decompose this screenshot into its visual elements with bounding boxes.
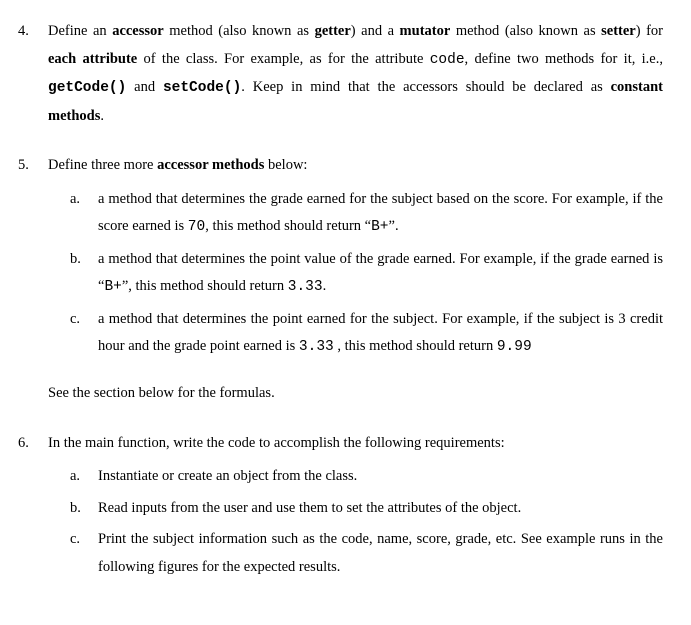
sub-letter: a. bbox=[70, 463, 86, 491]
item-number: 6. bbox=[18, 430, 34, 586]
sub-text: Print the subject information such as th… bbox=[98, 526, 663, 581]
see-note: See the section below for the formulas. bbox=[48, 380, 663, 408]
list-item-4: 4. Define an accessor method (also known… bbox=[18, 18, 663, 130]
sub-letter: c. bbox=[70, 526, 86, 581]
sub-item: a. a method that determines the grade ea… bbox=[70, 186, 663, 242]
item-body: In the main function, write the code to … bbox=[48, 430, 663, 586]
sub-letter: b. bbox=[70, 495, 86, 523]
sub-text: Read inputs from the user and use them t… bbox=[98, 495, 521, 523]
sub-text: a method that determines the point value… bbox=[98, 246, 663, 302]
sub-list: a. a method that determines the grade ea… bbox=[48, 186, 663, 362]
numbered-list: 4. Define an accessor method (also known… bbox=[18, 18, 663, 585]
sub-text: a method that determines the point earne… bbox=[98, 306, 663, 362]
item-number: 4. bbox=[18, 18, 34, 130]
sub-item: c. Print the subject information such as… bbox=[70, 526, 663, 581]
sub-item: b. Read inputs from the user and use the… bbox=[70, 495, 663, 523]
sub-item: c. a method that determines the point ea… bbox=[70, 306, 663, 362]
sub-text: Instantiate or create an object from the… bbox=[98, 463, 357, 491]
sub-list: a. Instantiate or create an object from … bbox=[48, 463, 663, 581]
sub-letter: b. bbox=[70, 246, 86, 302]
sub-item: b. a method that determines the point va… bbox=[70, 246, 663, 302]
item-body: Define three more accessor methods below… bbox=[48, 152, 663, 407]
sub-text: a method that determines the grade earne… bbox=[98, 186, 663, 242]
item-number: 5. bbox=[18, 152, 34, 407]
sub-letter: a. bbox=[70, 186, 86, 242]
item-text: Define three more accessor methods below… bbox=[48, 152, 663, 180]
sub-item: a. Instantiate or create an object from … bbox=[70, 463, 663, 491]
list-item-6: 6. In the main function, write the code … bbox=[18, 430, 663, 586]
list-item-5: 5. Define three more accessor methods be… bbox=[18, 152, 663, 407]
sub-letter: c. bbox=[70, 306, 86, 362]
item-text: In the main function, write the code to … bbox=[48, 430, 663, 458]
item-body: Define an accessor method (also known as… bbox=[48, 18, 663, 130]
